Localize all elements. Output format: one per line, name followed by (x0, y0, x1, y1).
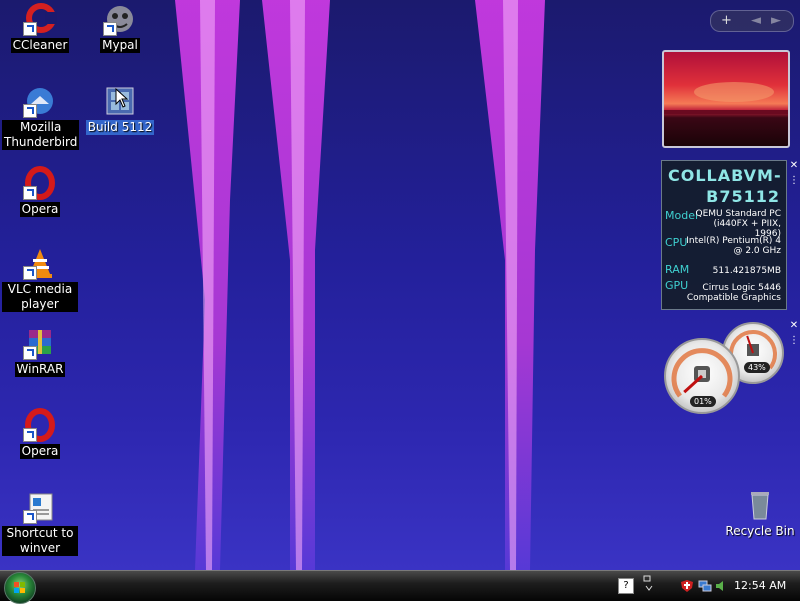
shortcut-arrow-icon (23, 510, 37, 524)
sysinfo-gadget-tools: ✕ ⋮⋮ (789, 160, 800, 186)
build-icon (103, 84, 137, 118)
desktop-icon-recycle-bin[interactable]: Recycle Bin (722, 488, 798, 539)
add-gadget-button[interactable]: + (721, 13, 732, 28)
opera-icon (23, 408, 57, 442)
sysinfo-row-model: Model QEMU Standard PC (i440FX + PIIX, 1… (662, 207, 786, 239)
winrar-icon (23, 326, 57, 360)
volume-icon[interactable] (714, 578, 728, 592)
slideshow-gadget[interactable] (662, 50, 790, 148)
shortcut-arrow-icon (23, 186, 37, 200)
desktop-icon-winver[interactable]: Shortcut to winver (2, 490, 78, 556)
close-icon[interactable]: ✕ (789, 160, 799, 171)
desktop-icon-opera[interactable]: Opera (2, 166, 78, 217)
sysinfo-row-gpu: GPU Cirrus Logic 5446 Compatible Graphic… (662, 277, 786, 304)
shortcut-arrow-icon (103, 22, 117, 36)
thunderbird-icon (23, 84, 57, 118)
desktop-icon-label: Mozilla Thunderbird (2, 120, 80, 150)
computer-name: COLLABVM-B75112 (668, 166, 782, 206)
sidebar-control: + ◄ ► (710, 10, 794, 32)
cpu-readout: 01% (690, 396, 716, 407)
desktop-icon-winrar[interactable]: WinRAR (2, 326, 78, 377)
desktop-icon-label: WinRAR (14, 362, 66, 377)
recycle-bin-icon (743, 488, 777, 522)
sysinfo-row-ram: RAM 511.421875MB (662, 261, 786, 277)
desktop-icon-ccleaner[interactable]: CCleaner (2, 2, 78, 53)
shortcut-arrow-icon (23, 428, 37, 442)
taskbar-clock[interactable]: 12:54 AM (734, 579, 786, 592)
shortcut-arrow-icon (23, 346, 37, 360)
desktop-icon-mypal[interactable]: Mypal (82, 2, 158, 53)
desktop-icon-label: Build 5112 (85, 120, 155, 135)
memory-readout: 43% (744, 362, 770, 373)
cpu-meter-gadget-tools: ✕ ⋮⋮ (789, 320, 800, 346)
shortcut-arrow-icon (23, 22, 37, 36)
desktop-icon-label: Mypal (100, 38, 140, 53)
ccleaner-icon (23, 2, 57, 36)
help-tray-icon[interactable]: ? (618, 578, 634, 594)
close-icon[interactable]: ✕ (789, 320, 799, 331)
start-button[interactable] (4, 572, 36, 604)
sysinfo-value: 511.421875MB (712, 266, 781, 276)
windows-logo-icon (14, 582, 25, 593)
network-icon[interactable] (698, 578, 712, 592)
desktop-icon-label: VLC media player (2, 282, 78, 312)
opera-icon (23, 166, 57, 200)
desktop-icon-label: Shortcut to winver (2, 526, 78, 556)
next-page-button[interactable]: ► (771, 13, 781, 28)
desktop-icon-label: Recycle Bin (725, 524, 795, 538)
security-shield-icon[interactable] (680, 578, 694, 592)
sysinfo-value: Cirrus Logic 5446 Compatible Graphics (686, 283, 781, 303)
desktop-icon-label: Opera (19, 202, 61, 217)
desktop-icon-label: CCleaner (10, 38, 70, 53)
sysinfo-value: Intel(R) Pentium(R) 4 @ 2.0 GHz (686, 236, 781, 256)
sysinfo-row-cpu: CPU Intel(R) Pentium(R) 4 @ 2.0 GHz (662, 234, 786, 261)
system-info-gadget[interactable]: COLLABVM-B75112 Model QEMU Standard PC (… (661, 160, 787, 310)
cpu-meter: 01% (664, 338, 740, 414)
cpu-needle (683, 374, 704, 394)
taskbar: ? 12:54 AM (0, 570, 800, 604)
show-hidden-icons-icon[interactable] (642, 574, 656, 591)
drag-handle-icon[interactable]: ⋮⋮ (789, 335, 800, 346)
previous-page-button[interactable]: ◄ (751, 13, 761, 28)
desktop-icon-thunderbird[interactable]: Mozilla Thunderbird (2, 84, 80, 150)
desktop-icon-opera-2[interactable]: Opera (2, 408, 78, 459)
mouse-cursor-icon (115, 88, 129, 108)
desktop-icon-build-5112[interactable]: Build 5112 (82, 84, 158, 135)
desktop-icon-label: Opera (19, 444, 61, 459)
mypal-icon (103, 2, 137, 36)
desktop[interactable]: CCleaner Mypal Mozilla Thunderbird Build… (0, 0, 800, 570)
shortcut-arrow-icon (23, 104, 37, 118)
desktop-icon-vlc[interactable]: VLC media player (2, 246, 78, 312)
vlc-cone-icon (23, 246, 57, 280)
shortcut-arrow-icon (23, 266, 37, 280)
winver-icon (23, 490, 57, 524)
drag-handle-icon[interactable]: ⋮⋮ (789, 175, 800, 186)
sunset-photo (664, 82, 788, 114)
